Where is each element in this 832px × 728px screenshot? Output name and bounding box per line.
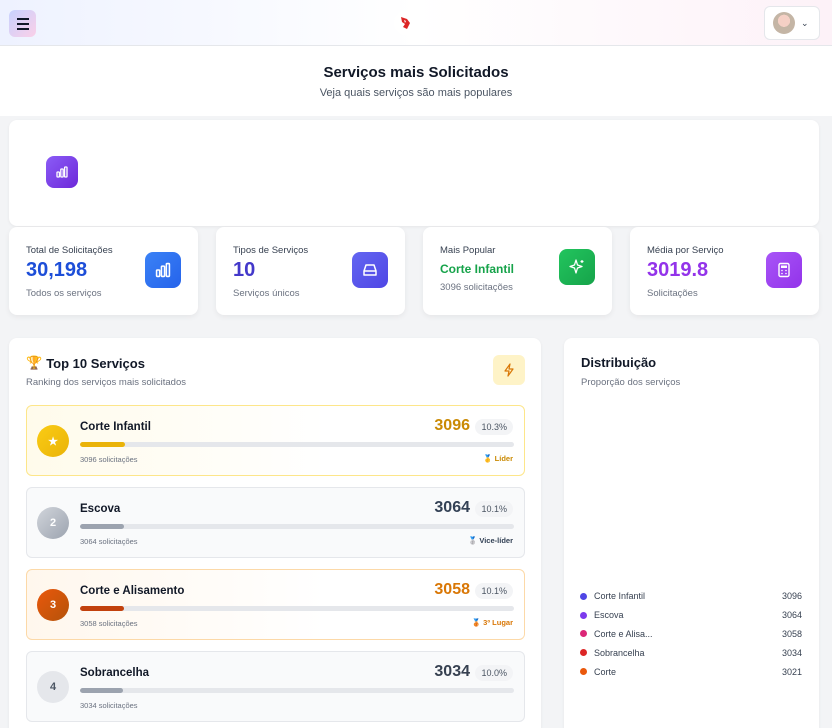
rank-number: 3 xyxy=(37,589,69,621)
legend-dot xyxy=(580,649,587,657)
star-icon: ★ xyxy=(37,425,69,457)
legend-item[interactable]: Corte 3021 xyxy=(580,662,802,681)
calculator-icon xyxy=(766,252,802,288)
legend-name: Sobrancelha xyxy=(594,647,645,658)
service-name: Corte e Alisamento xyxy=(80,585,185,597)
hamburger-icon xyxy=(16,16,29,31)
top10-subtitle: Ranking dos serviços mais solicitados xyxy=(26,377,186,388)
progress-fill xyxy=(80,606,124,611)
top-bar: ⌄ xyxy=(0,0,832,46)
top10-panel: 🏆 Top 10 Serviços Ranking dos serviços m… xyxy=(9,338,541,728)
stat-sub: Serviços únicos xyxy=(233,288,300,299)
stat-value: 30,198 xyxy=(26,259,88,281)
service-requests: 3096 solicitações xyxy=(80,455,138,464)
service-percentage: 10.3% xyxy=(475,419,513,435)
service-name: Corte Infantil xyxy=(80,421,151,433)
ranking-item[interactable]: 4 Sobrancelha 3034 10.0% 3034 solicitaçõ… xyxy=(26,651,525,722)
legend-dot xyxy=(580,630,587,638)
stat-sub: 3096 solicitações xyxy=(440,282,513,293)
legend-dot xyxy=(580,592,587,600)
stat-sub: Solicitações xyxy=(647,288,698,299)
logo-icon xyxy=(401,17,410,29)
legend-name: Corte e Alisa... xyxy=(594,628,653,639)
inbox-icon xyxy=(352,252,388,288)
rank-number: 4 xyxy=(37,671,69,703)
legend-item[interactable]: Escova 3064 xyxy=(580,606,802,625)
stat-label: Mais Popular xyxy=(440,245,496,256)
stat-value: Corte Infantil xyxy=(440,262,514,276)
stat-label: Total de Solicitações xyxy=(26,245,113,256)
service-requests: 3034 solicitações xyxy=(80,701,138,710)
trophy-icon: 🏆 xyxy=(26,355,43,370)
page-subtitle: Veja quais serviços são mais populares xyxy=(319,87,513,99)
legend-dot xyxy=(580,611,587,619)
rank-badge: 🥉 3º Lugar xyxy=(471,618,513,627)
service-percentage: 10.1% xyxy=(475,583,513,599)
hero-card xyxy=(9,120,819,226)
distribution-title: Distribuição xyxy=(581,355,657,370)
stat-label: Média por Serviço xyxy=(647,245,724,256)
stat-value: 3019.8 xyxy=(647,259,709,281)
rank-number: 2 xyxy=(37,507,69,539)
legend-value: 3096 xyxy=(781,591,802,602)
distribution-legend: Corte Infantil 3096 Escova 3064 Corte e … xyxy=(580,587,802,681)
top10-title-text: Top 10 Serviços xyxy=(46,355,145,371)
stat-total-requests: Total de Solicitações 30,198 Todos os se… xyxy=(9,227,198,315)
service-requests: 3058 solicitações xyxy=(80,619,138,628)
page-header: Serviços mais Solicitados Veja quais ser… xyxy=(0,46,832,116)
legend-name: Corte xyxy=(594,666,617,677)
service-count: 3096 xyxy=(434,417,470,434)
rank-badge: 🥈 Vice-líder xyxy=(467,536,513,545)
service-count: 3064 xyxy=(434,499,470,516)
legend-item[interactable]: Sobrancelha 3034 xyxy=(580,643,802,662)
stat-service-types: Tipos de Serviços 10 Serviços únicos xyxy=(216,227,405,315)
service-name: Escova xyxy=(80,503,121,515)
service-percentage: 10.1% xyxy=(475,501,513,517)
lightning-icon[interactable] xyxy=(493,355,525,385)
service-percentage: 10.0% xyxy=(475,665,513,681)
ranking-item[interactable]: 2 Escova 3064 10.1% 3064 solicitações 🥈 … xyxy=(26,487,525,558)
progress-fill xyxy=(80,688,124,693)
legend-item[interactable]: Corte e Alisa... 3058 xyxy=(580,625,802,644)
progress-fill xyxy=(80,442,125,447)
service-name: Sobrancelha xyxy=(80,667,150,679)
bar-chart-icon xyxy=(145,252,181,288)
user-menu-button[interactable]: ⌄ xyxy=(764,6,820,40)
legend-value: 3034 xyxy=(781,647,802,658)
legend-dot xyxy=(580,668,587,676)
progress-track xyxy=(80,442,514,447)
legend-name: Corte Infantil xyxy=(594,591,646,602)
sparkles-icon xyxy=(559,249,595,285)
stat-most-popular: Mais Popular Corte Infantil 3096 solicit… xyxy=(423,227,612,315)
stat-sub: Todos os serviços xyxy=(26,288,102,299)
stat-label: Tipos de Serviços xyxy=(233,245,309,256)
chevron-down-icon: ⌄ xyxy=(801,17,809,28)
progress-fill xyxy=(80,524,124,529)
app-logo[interactable] xyxy=(394,11,416,35)
ranking-item[interactable]: ★ Corte Infantil 3096 10.3% 3096 solicit… xyxy=(26,405,525,476)
legend-item[interactable]: Corte Infantil 3096 xyxy=(580,587,802,606)
top10-title: 🏆 Top 10 Serviços xyxy=(26,355,145,371)
distribution-subtitle: Proporção dos serviços xyxy=(581,377,681,388)
service-requests: 3064 solicitações xyxy=(80,537,138,546)
legend-name: Escova xyxy=(594,610,624,621)
stat-value: 10 xyxy=(233,259,256,281)
legend-value: 3058 xyxy=(781,628,802,639)
legend-value: 3021 xyxy=(781,666,802,677)
distribution-panel: Distribuição Proporção dos serviços Cort… xyxy=(564,338,819,728)
bar-chart-icon xyxy=(46,156,78,188)
legend-value: 3064 xyxy=(781,610,802,621)
service-count: 3058 xyxy=(434,581,470,598)
service-count: 3034 xyxy=(434,663,470,680)
ranking-item[interactable]: 3 Corte e Alisamento 3058 10.1% 3058 sol… xyxy=(26,569,525,640)
menu-button[interactable] xyxy=(9,10,36,37)
progress-track xyxy=(80,688,514,693)
progress-track xyxy=(80,524,514,529)
avatar xyxy=(773,12,795,34)
progress-track xyxy=(80,606,514,611)
stat-average-per-service: Média por Serviço 3019.8 Solicitações xyxy=(630,227,819,315)
rank-badge: 🥇 Líder xyxy=(483,454,513,463)
page-title: Serviços mais Solicitados xyxy=(323,64,509,81)
